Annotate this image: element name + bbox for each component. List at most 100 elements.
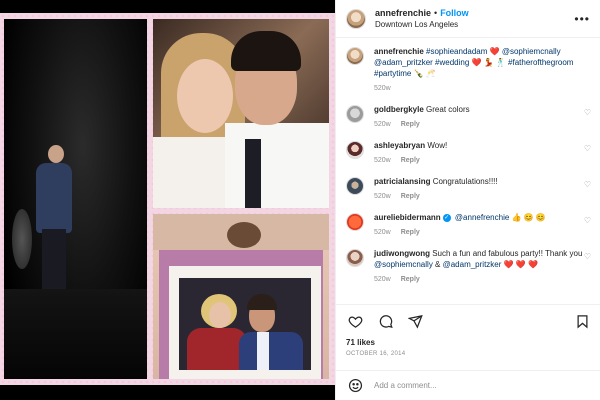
groom-hair bbox=[231, 31, 301, 71]
comment-mention-sophie[interactable]: @sophiemcnally bbox=[374, 260, 433, 269]
comment-mention[interactable]: @annefrenchie bbox=[455, 213, 509, 222]
comment-meta: 520w Reply bbox=[374, 227, 584, 238]
add-comment-bar bbox=[336, 370, 600, 400]
post-header: annefrenchie • Follow Downtown Los Angeles… bbox=[336, 0, 600, 38]
comment-username[interactable]: judiwongwong bbox=[374, 249, 430, 258]
header-username[interactable]: annefrenchie bbox=[375, 8, 431, 18]
paper-plane-icon[interactable] bbox=[406, 312, 424, 330]
post-date: OCTOBER 16, 2014 bbox=[346, 351, 406, 357]
reply-button[interactable]: Reply bbox=[401, 276, 420, 283]
comment-text: Great colors bbox=[426, 105, 470, 114]
post-actions: 71 likes OCTOBER 16, 2014 bbox=[336, 304, 600, 370]
emoji-smile-icon[interactable] bbox=[346, 377, 364, 395]
comment-text: Congratulations!!!! bbox=[432, 177, 498, 186]
comment-meta: 520w Reply bbox=[374, 155, 584, 166]
reply-button[interactable]: Reply bbox=[401, 121, 420, 128]
comments-list[interactable]: annefrenchie #sophieandadam ❤️ @sophiemc… bbox=[336, 38, 600, 304]
groom-tie bbox=[245, 139, 261, 208]
comment-body: patricialansing Congratulations!!!! 520w… bbox=[374, 176, 584, 202]
comment-row: aureliebidermann ✓ @annefrenchie 👍 😊 😊 52… bbox=[346, 212, 591, 238]
comment-meta: 520w Reply bbox=[374, 119, 584, 130]
comment-time: 520w bbox=[374, 229, 391, 236]
caption-body: annefrenchie #sophieandadam ❤️ @sophiemc… bbox=[374, 46, 584, 94]
reply-button[interactable]: Reply bbox=[401, 193, 420, 200]
avatar[interactable] bbox=[346, 213, 364, 231]
comment-username[interactable]: patricialansing bbox=[374, 177, 430, 186]
comment-like-heart-icon[interactable]: ♡ bbox=[584, 108, 591, 117]
stage-floor bbox=[4, 289, 147, 379]
comment-time: 520w bbox=[374, 157, 391, 164]
comment-username[interactable]: goldbergkyle bbox=[374, 105, 424, 114]
more-horizontal-icon[interactable]: ••• bbox=[574, 12, 590, 26]
comment-text: Wow! bbox=[427, 141, 448, 150]
comment-like-heart-icon[interactable]: ♡ bbox=[584, 216, 591, 225]
comment-body: goldbergkyle Great colors 520w Reply bbox=[374, 104, 584, 130]
comment-time: 520w bbox=[374, 276, 391, 283]
action-icons bbox=[346, 311, 591, 331]
comment-username[interactable]: aureliebidermann bbox=[374, 213, 441, 222]
comment-body: judiwongwong Such a fun and fabulous par… bbox=[374, 248, 584, 285]
avatar[interactable] bbox=[346, 8, 366, 29]
avatar[interactable] bbox=[346, 105, 364, 123]
post-media[interactable] bbox=[0, 0, 335, 400]
crest-decoration bbox=[227, 222, 261, 248]
follow-button[interactable]: Follow bbox=[440, 8, 469, 18]
woman-face bbox=[209, 302, 231, 328]
comment-text-and: & bbox=[432, 260, 443, 269]
comment-username[interactable]: ashleyabryan bbox=[374, 141, 425, 150]
photo-framed-picture bbox=[153, 214, 329, 379]
comment-time: 520w bbox=[374, 193, 391, 200]
avatar[interactable] bbox=[346, 47, 364, 65]
speaker-figure bbox=[36, 163, 72, 233]
header-text: annefrenchie • Follow Downtown Los Angeles bbox=[375, 7, 469, 31]
groom-shirt bbox=[225, 123, 329, 208]
verified-badge-icon: ✓ bbox=[442, 213, 451, 222]
caption-time: 520w bbox=[374, 85, 391, 92]
avatar[interactable] bbox=[346, 249, 364, 267]
caption-mention-sophie[interactable]: @sophiemcnally bbox=[502, 47, 561, 56]
comment-body: aureliebidermann ✓ @annefrenchie 👍 😊 😊 52… bbox=[374, 212, 584, 238]
comment-text: 👍 😊 😊 bbox=[509, 213, 546, 222]
photo-collage bbox=[0, 13, 335, 385]
likes-count[interactable]: 71 likes bbox=[346, 338, 591, 347]
bookmark-icon[interactable] bbox=[573, 312, 591, 330]
header-separator: • bbox=[434, 7, 438, 18]
comment-like-heart-icon[interactable]: ♡ bbox=[584, 144, 591, 153]
comment-meta: 520w Reply bbox=[374, 274, 584, 285]
comment-row: judiwongwong Such a fun and fabulous par… bbox=[346, 248, 591, 285]
comment-like-heart-icon[interactable]: ♡ bbox=[584, 180, 591, 189]
comment-row: patricialansing Congratulations!!!! 520w… bbox=[346, 176, 591, 202]
comment-text: Such a fun and fabulous party!! Thank yo… bbox=[432, 249, 583, 258]
caption-mention-adam[interactable]: @adam_pritzker bbox=[374, 58, 433, 67]
speaker-legs bbox=[42, 229, 66, 289]
caption-row: annefrenchie #sophieandadam ❤️ @sophiemc… bbox=[346, 46, 591, 94]
comment-input[interactable] bbox=[374, 381, 574, 390]
caption-hashtag[interactable]: #sophieandadam ❤️ bbox=[426, 47, 502, 56]
comment-body: ashleyabryan Wow! 520w Reply bbox=[374, 140, 584, 166]
location-link[interactable]: Downtown Los Angeles bbox=[375, 19, 469, 31]
man-shirt bbox=[257, 332, 269, 370]
comment-time: 520w bbox=[374, 121, 391, 128]
caption-username[interactable]: annefrenchie bbox=[374, 47, 424, 56]
comment-bubble-icon[interactable] bbox=[376, 312, 394, 330]
bride-face bbox=[177, 59, 233, 133]
speaker-head bbox=[48, 145, 64, 163]
caption-meta: 520w bbox=[374, 83, 584, 94]
heart-icon[interactable] bbox=[346, 312, 364, 330]
header-top-line: annefrenchie • Follow bbox=[375, 7, 469, 19]
photo-speaker-on-stage bbox=[4, 19, 147, 379]
comment-meta: 520w Reply bbox=[374, 191, 584, 202]
man-coat bbox=[239, 332, 303, 370]
woman-dress bbox=[187, 328, 247, 370]
comment-like-heart-icon[interactable]: ♡ bbox=[584, 252, 591, 261]
avatar[interactable] bbox=[346, 141, 364, 159]
comment-row: ashleyabryan Wow! 520w Reply ♡ bbox=[346, 140, 591, 166]
comment-row: goldbergkyle Great colors 520w Reply ♡ bbox=[346, 104, 591, 130]
reply-button[interactable]: Reply bbox=[401, 157, 420, 164]
post-side-panel: annefrenchie • Follow Downtown Los Angeles… bbox=[335, 0, 600, 400]
reply-button[interactable]: Reply bbox=[401, 229, 420, 236]
avatar[interactable] bbox=[346, 177, 364, 195]
comment-mention-adam[interactable]: @adam_pritzker bbox=[443, 260, 502, 269]
comment-hearts: ❤️ ❤️ ❤️ bbox=[501, 260, 538, 269]
stage-light bbox=[12, 209, 32, 269]
